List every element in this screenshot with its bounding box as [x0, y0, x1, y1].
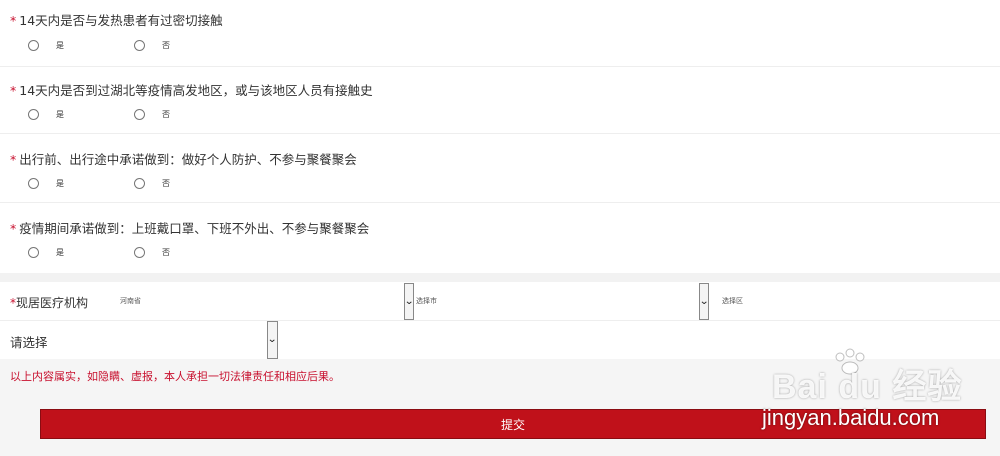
- question-title: * 出行前、出行途中承诺做到：做好个人防护、不参与聚餐聚会: [10, 152, 357, 167]
- province-select-value[interactable]: 河南省: [120, 296, 141, 306]
- option-yes[interactable]: 是: [28, 176, 64, 190]
- option-yes[interactable]: 是: [28, 245, 64, 259]
- city-select-value[interactable]: 选择市: [416, 296, 437, 306]
- required-mark: *: [10, 221, 17, 236]
- radio-no[interactable]: [134, 177, 145, 189]
- submit-button[interactable]: 提交: [40, 409, 986, 439]
- option-no[interactable]: 否: [134, 176, 170, 190]
- district-select-value[interactable]: 选择区: [722, 296, 743, 306]
- institution-row: *现居医疗机构 河南省 ⌄ 选择市 ⌄ 选择区: [0, 282, 1000, 321]
- section-divider: [0, 273, 1000, 282]
- option-yes[interactable]: 是: [28, 38, 64, 52]
- question-epidemic-commitment: * 疫情期间承诺做到：上班戴口罩、下班不外出、不参与聚餐聚会 是 否: [0, 205, 1000, 273]
- radio-yes[interactable]: [28, 177, 39, 189]
- disclaimer-text: 以上内容属实，如隐瞒、虚报，本人承担一切法律责任和相应后果。: [10, 370, 340, 383]
- question-title: * 疫情期间承诺做到：上班戴口罩、下班不外出、不参与聚餐聚会: [10, 221, 370, 236]
- chevron-down-icon: ⌄: [403, 295, 415, 307]
- radio-yes[interactable]: [28, 246, 39, 258]
- radio-no[interactable]: [134, 246, 145, 258]
- institution-label: *现居医疗机构: [10, 296, 89, 310]
- radio-yes[interactable]: [28, 108, 39, 120]
- city-select-toggle[interactable]: ⌄: [699, 283, 709, 320]
- required-mark: *: [10, 152, 17, 167]
- option-yes[interactable]: 是: [28, 107, 64, 121]
- hospital-select-row: 请选择 ⌄: [0, 321, 1000, 359]
- option-no[interactable]: 否: [134, 245, 170, 259]
- question-title: * 14天内是否到过湖北等疫情高发地区，或与该地区人员有接触史: [10, 83, 373, 98]
- question-travel-protection: * 出行前、出行途中承诺做到：做好个人防护、不参与聚餐聚会 是 否: [0, 136, 1000, 203]
- question-title: * 14天内是否与发热患者有过密切接触: [10, 13, 223, 28]
- question-hubei-travel: * 14天内是否到过湖北等疫情高发地区，或与该地区人员有接触史 是 否: [0, 67, 1000, 134]
- required-mark: *: [10, 13, 17, 28]
- chevron-down-icon: ⌄: [698, 295, 710, 307]
- required-mark: *: [10, 83, 17, 98]
- province-select-toggle[interactable]: ⌄: [404, 283, 414, 320]
- option-no[interactable]: 否: [134, 107, 170, 121]
- radio-yes[interactable]: [28, 39, 39, 51]
- radio-no[interactable]: [134, 39, 145, 51]
- option-no[interactable]: 否: [134, 38, 170, 52]
- hospital-select-toggle[interactable]: ⌄: [267, 321, 278, 359]
- chevron-down-icon: ⌄: [267, 334, 278, 345]
- radio-no[interactable]: [134, 108, 145, 120]
- hospital-select-value[interactable]: 请选择: [10, 332, 48, 351]
- question-close-contact: * 14天内是否与发热患者有过密切接触 是 否: [0, 0, 1000, 67]
